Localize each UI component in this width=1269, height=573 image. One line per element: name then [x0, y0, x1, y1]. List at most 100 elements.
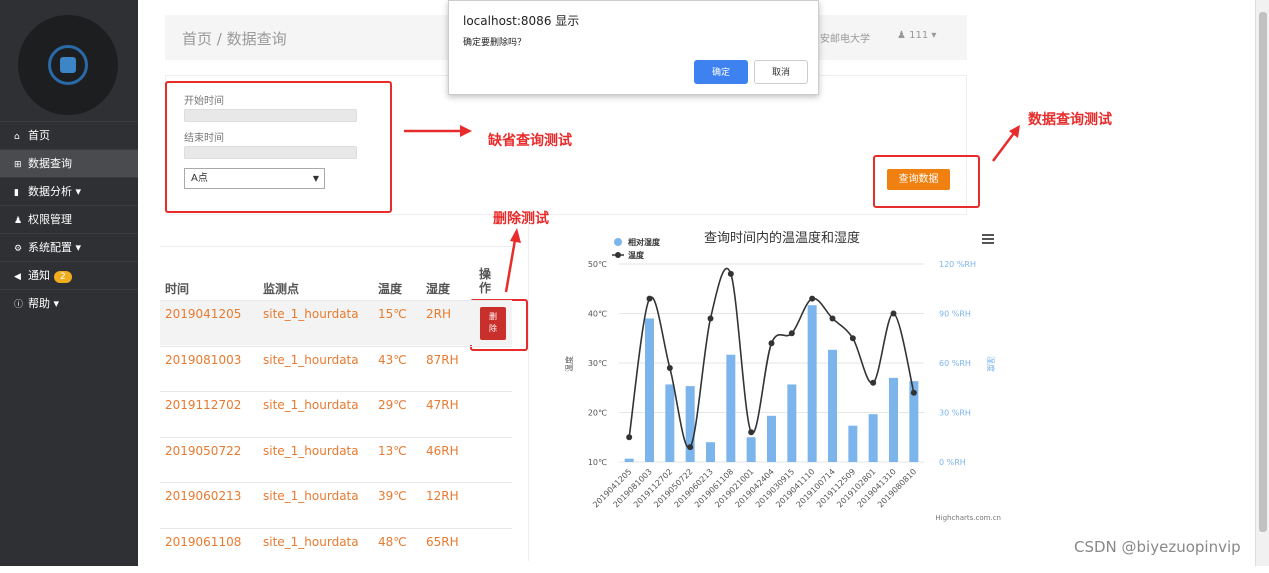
humidity-bar — [787, 384, 797, 462]
temperature-point — [748, 429, 755, 436]
y-right-tick-label: 90 %RH — [939, 310, 971, 319]
humidity-bar — [726, 354, 736, 462]
sidebar-item-label: 帮助 ▾ — [28, 297, 60, 310]
temperature-humidity-chart: 查询时间内的温温度和湿度 10℃ 0 %RH 20℃ 30 %RH 30℃ 60 %RH 40… — [564, 230, 1001, 522]
info-icon: ⓘ — [14, 300, 24, 310]
y-left-tick-label: 50℃ — [588, 260, 607, 269]
table-divider — [160, 246, 512, 247]
sidebar-item-0[interactable]: ⌂ 首页 — [0, 121, 138, 149]
table-cell: 39℃ — [378, 489, 407, 503]
table-row: 2019050722 site_1_hourdata 13℃ 46RH — [160, 436, 512, 482]
y-right-tick-label: 30 %RH — [939, 409, 971, 418]
annotation-box-query — [873, 155, 980, 208]
legend-temperature-marker — [615, 252, 621, 258]
humidity-bar — [889, 377, 898, 462]
table-cell: 15℃ — [378, 307, 407, 321]
table-cell: site_1_hourdata — [263, 489, 359, 503]
sidebar-item-5[interactable]: ◀ 通知 2 — [0, 261, 138, 289]
table-cell: 2019061108 — [165, 534, 242, 549]
humidity-bar — [868, 414, 878, 462]
temperature-point — [666, 364, 673, 371]
temperature-point — [829, 315, 836, 322]
sidebar-item-label: 通知 — [28, 269, 50, 282]
column-header-site: 监测点 — [263, 282, 300, 296]
table-cell: 46RH — [426, 443, 459, 458]
humidity-bar — [706, 442, 715, 462]
sidebar-item-2[interactable]: ▮ 数据分析 ▾ — [0, 177, 138, 205]
menu-icon — [982, 234, 994, 236]
humidity-bar — [848, 425, 858, 462]
annotation-box-form — [165, 81, 392, 213]
humidity-bar — [807, 305, 817, 462]
table-cell: 2019050722 — [165, 443, 242, 458]
y-right-tick-label: 120 %RH — [939, 260, 976, 269]
sidebar-item-3[interactable]: ♟ 权限管理 — [0, 205, 138, 233]
humidity-bar — [685, 386, 695, 462]
user-menu[interactable]: ♟ 111 ▾ — [897, 30, 936, 41]
temperature-point — [707, 315, 714, 322]
sidebar-item-1[interactable]: ⊞ 数据查询 — [0, 149, 138, 177]
temperature-point — [646, 295, 653, 302]
y-right-tick-label: 60 %RH — [939, 359, 971, 368]
menu-icon — [982, 242, 994, 244]
column-header-time: 时间 — [165, 282, 190, 296]
notification-badge: 2 — [54, 271, 72, 283]
delete-button[interactable]: 删除 — [480, 307, 506, 340]
chart-panel: 查询时间内的温温度和湿度 10℃ 0 %RH 20℃ 30 %RH 30℃ 60 %RH 40… — [528, 216, 1008, 561]
table-row: 2019112702 site_1_hourdata 29℃ 47RH — [160, 391, 512, 436]
column-header-humidity: 湿度 — [426, 282, 451, 296]
table-cell: 2019060213 — [165, 489, 242, 503]
humidity-bar — [645, 318, 654, 462]
user-icon: ♟ — [897, 30, 910, 41]
y-right-tick-label: 0 %RH — [939, 458, 966, 467]
table-cell: 29℃ — [378, 398, 407, 412]
table-cell: site_1_hourdata — [263, 307, 359, 321]
watermark: CSDN @biyezuopinvip — [1074, 538, 1241, 556]
annotation-data-query: 数据查询测试 — [1028, 112, 1112, 128]
bar-chart-icon: ▮ — [14, 188, 19, 198]
y-left-tick-label: 20℃ — [588, 409, 607, 418]
y-left-tick-label: 30℃ — [588, 359, 607, 368]
temperature-point — [768, 340, 775, 347]
sidebar-item-label: 首页 — [28, 129, 50, 142]
humidity-bar — [746, 437, 756, 462]
users-icon: ♟ — [14, 216, 23, 226]
sidebar-item-label: 数据分析 ▾ — [28, 185, 82, 198]
temperature-point — [870, 379, 877, 386]
dialog-cancel-button[interactable]: 取消 — [754, 60, 808, 84]
table-cell: 2019041205 — [165, 307, 242, 321]
temperature-point — [809, 295, 816, 302]
dialog-title: localhost:8086 显示 — [463, 14, 580, 28]
table-cell: 87RH — [426, 352, 459, 367]
menu-icon — [982, 238, 994, 240]
chart-credits: Highcharts.com.cn — [935, 514, 1001, 522]
sidebar-item-label: 系统配置 ▾ — [28, 241, 82, 254]
sidebar-item-6[interactable]: ⓘ 帮助 ▾ — [0, 289, 138, 317]
dialog-message: 确定要删除吗？ — [463, 38, 527, 48]
scrollbar[interactable] — [1255, 0, 1269, 566]
sidebar-item-label: 权限管理 — [28, 213, 72, 226]
y-right-axis-label: 湿度 — [986, 356, 996, 372]
sidebar-item-label: 数据查询 — [28, 157, 72, 170]
table-cell: 12RH — [426, 489, 459, 503]
legend-humidity-label: 相对湿度 — [628, 237, 661, 247]
temperature-point — [849, 335, 856, 342]
table-cell: 2019081003 — [165, 352, 242, 367]
table-row: 2019081003 site_1_hourdata 43℃ 87RH — [160, 345, 512, 391]
y-left-axis-label: 温度 — [564, 356, 574, 372]
confirm-dialog: localhost:8086 显示 确定要删除吗？ 确定 取消 — [448, 0, 819, 95]
breadcrumb: 首页 / 数据查询 — [182, 30, 287, 48]
humidity-bar — [665, 384, 675, 462]
dialog-ok-button[interactable]: 确定 — [694, 60, 748, 84]
sitemap-icon: ⊞ — [14, 160, 22, 170]
bullhorn-icon: ◀ — [14, 272, 21, 282]
sidebar-item-4[interactable]: ⚙ 系统配置 ▾ — [0, 233, 138, 261]
table-cell: site_1_hourdata — [263, 534, 359, 549]
table-cell: site_1_hourdata — [263, 398, 359, 412]
table-cell: 43℃ — [378, 352, 407, 367]
temperature-point — [890, 310, 897, 317]
column-header-temperature: 温度 — [378, 282, 403, 296]
table-cell: 2RH — [426, 307, 451, 321]
table-cell: site_1_hourdata — [263, 443, 359, 458]
legend-temperature-label: 温度 — [628, 250, 645, 260]
